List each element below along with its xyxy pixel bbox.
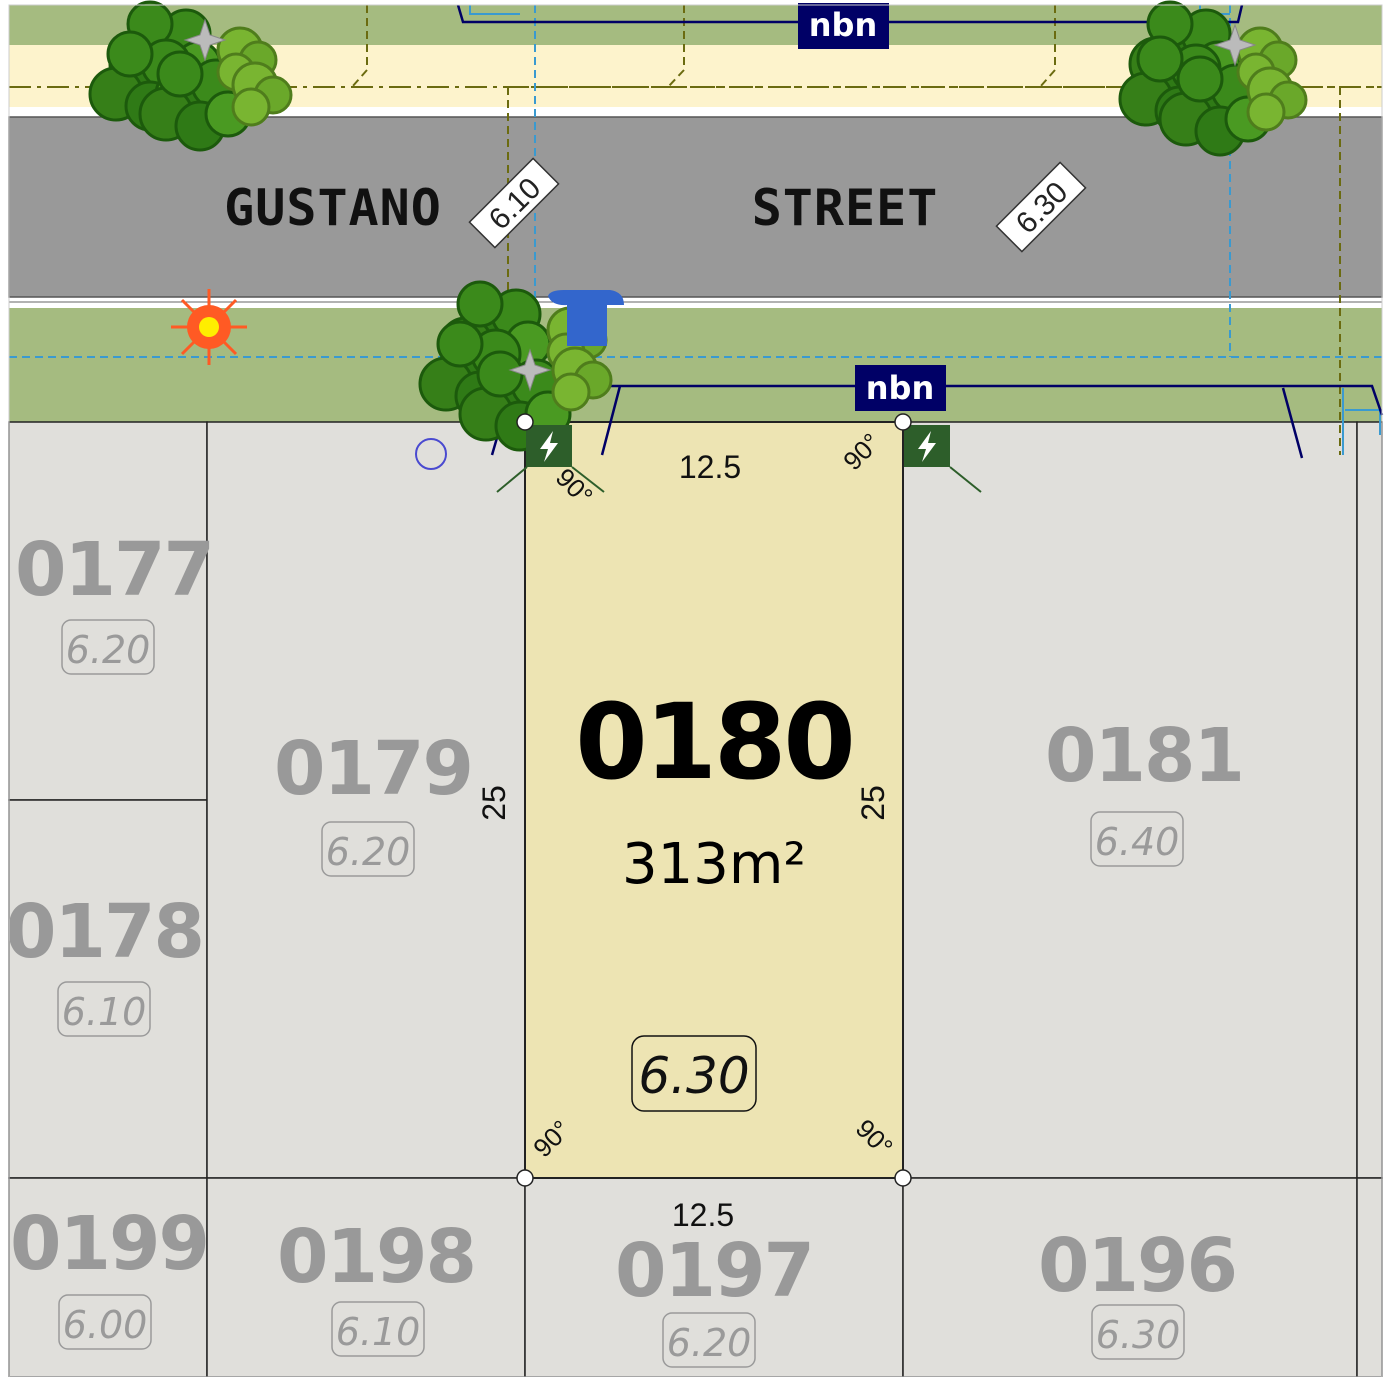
street-name-left: GUSTANO	[224, 179, 442, 237]
left-depth-dimension: 25	[476, 785, 512, 821]
nbn-pit-front: nbn	[855, 365, 946, 411]
lot-number: 0179	[274, 726, 472, 812]
lot-level: 6.10	[336, 1310, 421, 1354]
nbn-label: nbn	[809, 6, 877, 44]
lot-number: 0177	[15, 527, 213, 613]
featured-lot-area: 313m²	[622, 832, 806, 897]
boundary-peg	[894, 413, 912, 431]
lot-level: 6.20	[667, 1321, 752, 1365]
frontage-dimension: 12.5	[679, 449, 741, 485]
lot-number: 0178	[5, 889, 203, 975]
nbn-pit-top: nbn	[798, 3, 889, 49]
lot-level: 6.00	[63, 1303, 148, 1347]
lot-number: 0196	[1038, 1223, 1236, 1309]
power-pit-icon	[904, 425, 950, 467]
right-depth-dimension: 25	[855, 785, 891, 821]
lot-number: 0199	[10, 1201, 208, 1287]
featured-lot-level: 6.30	[638, 1047, 749, 1105]
boundary-peg	[516, 413, 534, 431]
lot-number: 0197	[615, 1228, 813, 1314]
lot-level: 6.20	[326, 830, 411, 874]
lot-level: 6.10	[62, 990, 147, 1034]
power-pit-icon	[526, 425, 572, 467]
boundary-peg	[516, 1169, 534, 1187]
nbn-label: nbn	[866, 369, 934, 407]
street-light-icon	[171, 289, 247, 365]
lot-number: 0181	[1045, 713, 1243, 799]
lot-level: 6.20	[66, 628, 151, 672]
lot-number: 0198	[277, 1214, 475, 1300]
lot-level: 6.30	[1096, 1313, 1181, 1357]
street-name-right: STREET	[752, 179, 939, 237]
lot-plan-map: nbn nbn GUSTANO STREET 6.10 6.30 0180 31…	[0, 0, 1391, 1377]
lot-level: 6.40	[1095, 820, 1180, 864]
lot-0181[interactable]	[902, 421, 1358, 1179]
lot-0178[interactable]	[8, 799, 208, 1179]
boundary-peg	[894, 1169, 912, 1187]
featured-lot-number: 0180	[575, 681, 852, 803]
